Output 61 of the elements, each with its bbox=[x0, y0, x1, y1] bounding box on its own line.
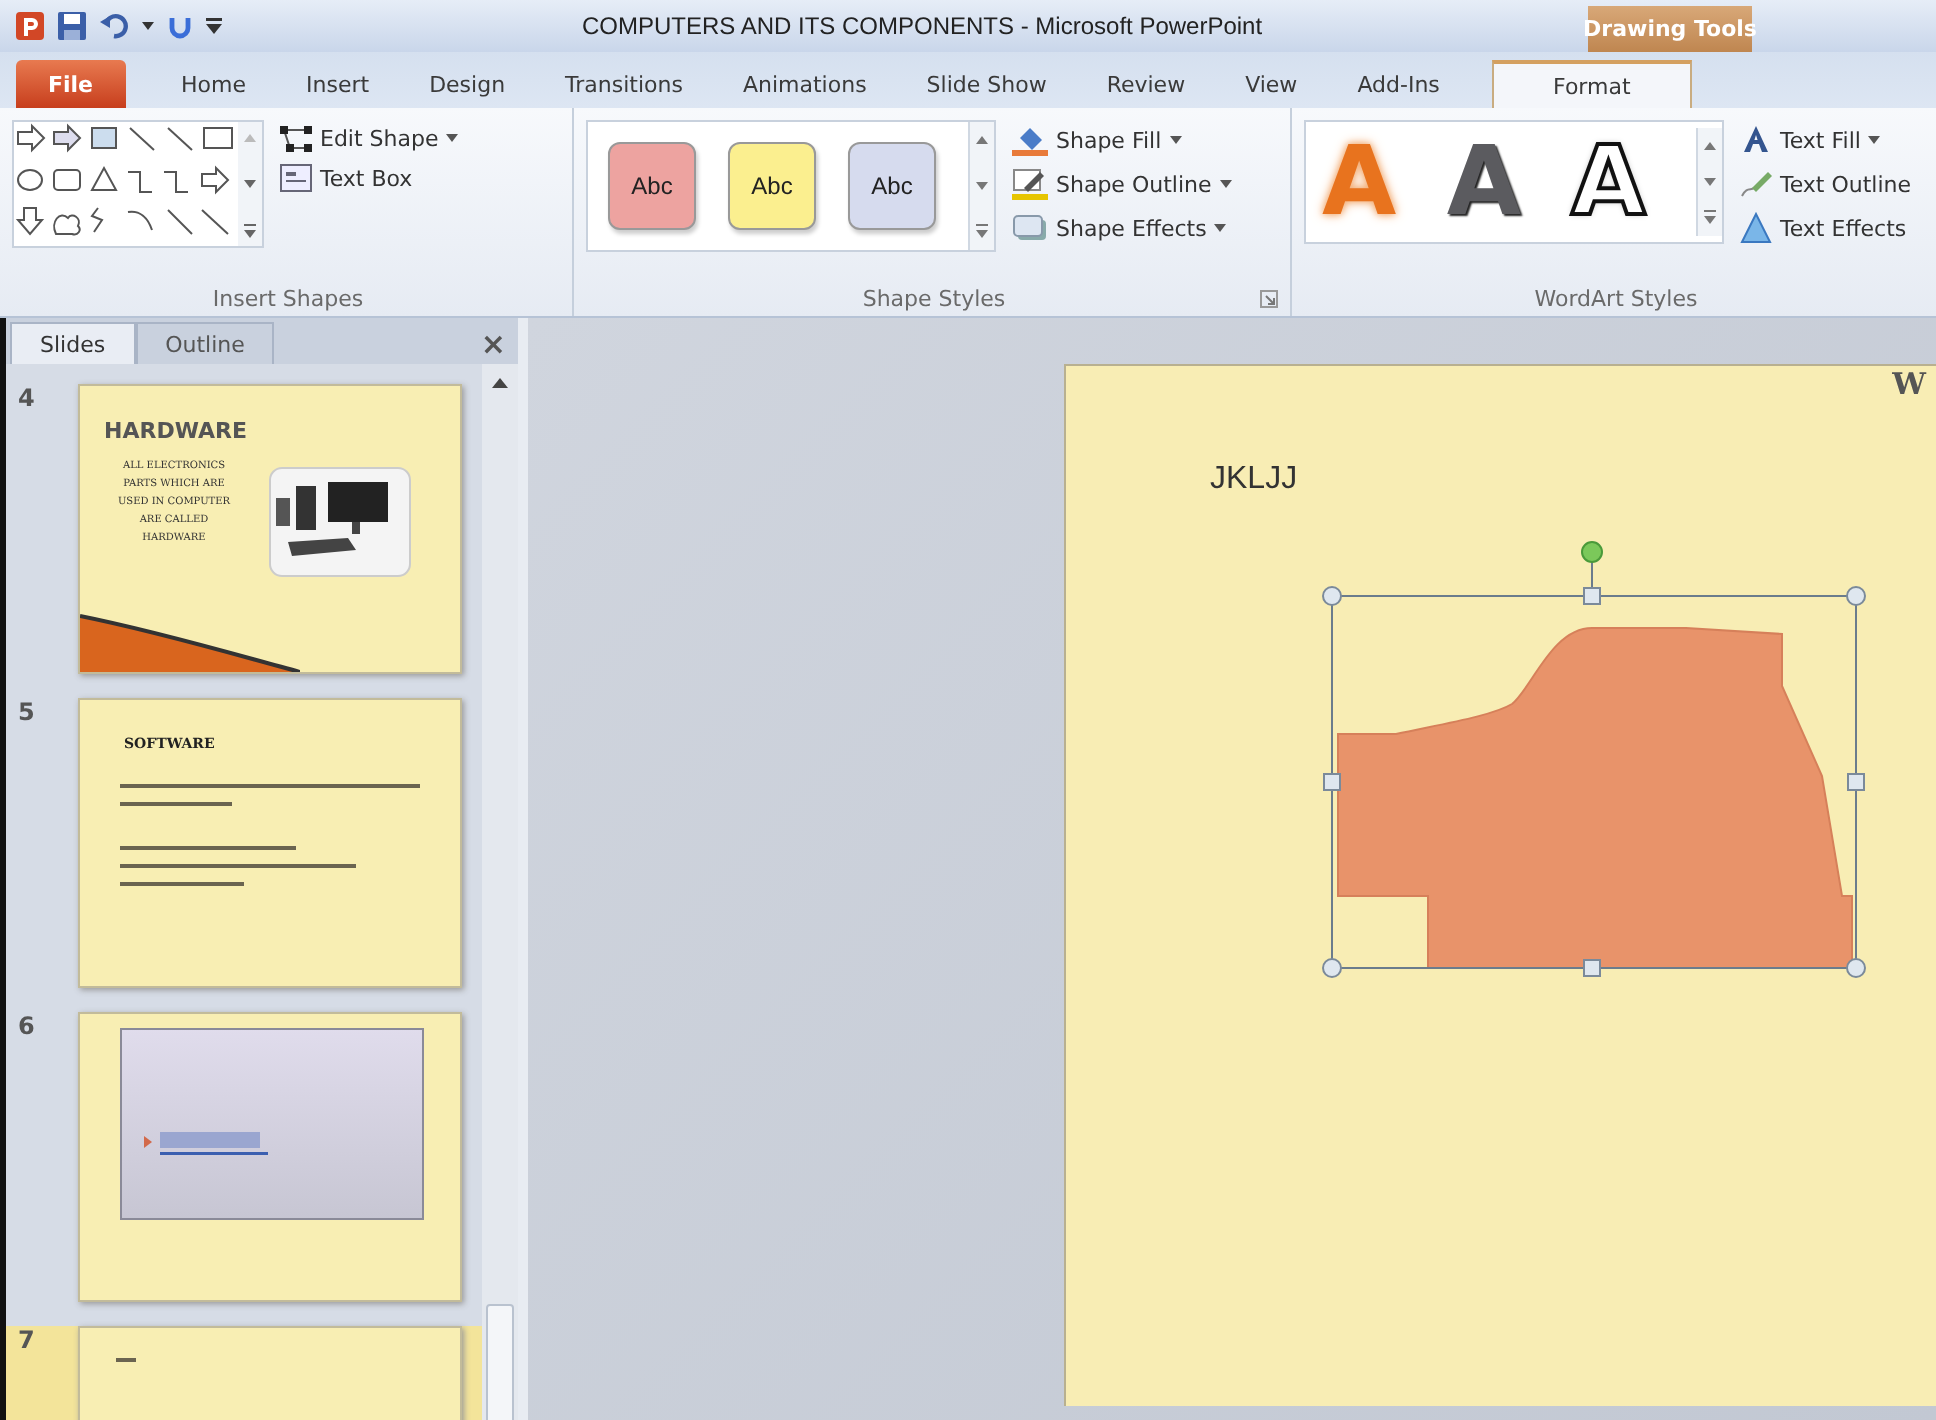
ribbon-command[interactable]: Shape Fill bbox=[1012, 124, 1232, 156]
ribbon-command[interactable]: Edit Shape bbox=[280, 124, 459, 152]
wordart-style-preset[interactable]: A bbox=[1571, 134, 1646, 230]
ribbon-command[interactable]: Text Box bbox=[280, 164, 459, 192]
ribbon-tab[interactable]: File bbox=[16, 60, 126, 108]
ribbon-command[interactable]: Shape Effects bbox=[1012, 212, 1232, 244]
ribbon-tab[interactable]: Transitions bbox=[541, 60, 707, 108]
ribbon-command[interactable]: Text Effects bbox=[1740, 212, 1912, 244]
ribbon-command[interactable]: Shape Outline bbox=[1012, 168, 1232, 200]
slide-number: 4 bbox=[16, 384, 37, 416]
shape-style-preset[interactable]: Abc bbox=[728, 142, 816, 230]
slide-thumbnail-row[interactable]: 6 bbox=[6, 1012, 482, 1302]
paint-bucket-icon bbox=[1012, 124, 1048, 156]
pane-tab[interactable]: Slides bbox=[10, 322, 136, 364]
slide-thumbnail[interactable] bbox=[78, 1326, 462, 1420]
ribbon-tab[interactable]: Design bbox=[405, 60, 530, 108]
app-icon bbox=[16, 12, 44, 40]
close-button[interactable]: × bbox=[468, 322, 518, 364]
shape-style-preset[interactable]: Abc bbox=[608, 142, 696, 230]
slide-number: 5 bbox=[16, 698, 37, 730]
ribbon-tab[interactable]: Slide Show bbox=[902, 60, 1071, 108]
text-fill-icon bbox=[1740, 124, 1772, 156]
scrollbar[interactable] bbox=[482, 364, 518, 1420]
text-line-drawing bbox=[116, 1356, 136, 1364]
customize-icon[interactable] bbox=[206, 18, 222, 34]
thumbnail-title: HARDWARE bbox=[104, 418, 247, 444]
slide-text: W bbox=[1892, 366, 1926, 402]
window-title: COMPUTERS AND ITS COMPONENTS - Microsoft PowerPoint bbox=[582, 12, 1263, 40]
ribbon-tab[interactable]: View bbox=[1221, 60, 1322, 108]
wordart-style-preset[interactable]: A bbox=[1446, 134, 1521, 230]
text-effects-icon bbox=[1740, 212, 1772, 244]
save-icon[interactable] bbox=[58, 12, 86, 40]
pane-tab[interactable]: Outline bbox=[135, 322, 275, 364]
ribbon-command[interactable]: Text Fill bbox=[1740, 124, 1912, 156]
slide-canvas[interactable]: JKLJJ W bbox=[1064, 364, 1936, 1406]
redo-icon[interactable] bbox=[168, 12, 192, 40]
computer-drawing bbox=[268, 466, 412, 578]
ribbon-tab[interactable]: Review bbox=[1082, 60, 1210, 108]
edit-points-icon bbox=[280, 124, 312, 152]
ribbon-tab[interactable]: Format bbox=[1491, 60, 1692, 108]
group-label: WordArt Styles bbox=[1534, 286, 1698, 312]
ribbon-tab[interactable]: Insert bbox=[282, 60, 394, 108]
text-box-icon bbox=[280, 164, 312, 192]
dialog-launcher-icon[interactable] bbox=[1260, 290, 1278, 308]
undo-icon[interactable] bbox=[100, 12, 128, 40]
pencil-icon bbox=[1740, 168, 1772, 200]
ribbon-tab[interactable]: Add-Ins bbox=[1333, 60, 1464, 108]
slide-thumbnail[interactable] bbox=[78, 1012, 462, 1302]
ribbon-command[interactable]: Text Outline bbox=[1740, 168, 1912, 200]
ribbon-tab[interactable]: Animations bbox=[718, 60, 891, 108]
ribbon-tab[interactable]: Home bbox=[157, 60, 270, 108]
group-label: Insert Shapes bbox=[212, 286, 364, 312]
slide-number: 7 bbox=[16, 1326, 37, 1358]
pencil-icon bbox=[1012, 168, 1048, 200]
slide-text[interactable]: JKLJJ bbox=[1210, 462, 1298, 498]
slide-thumbnail-row[interactable]: 7 bbox=[6, 1326, 482, 1420]
shape-effects-icon bbox=[1012, 212, 1048, 244]
group-label: Shape Styles bbox=[862, 286, 1006, 312]
caret-icon[interactable] bbox=[142, 22, 154, 30]
shape-style-preset[interactable]: Abc bbox=[848, 142, 936, 230]
slide-number: 6 bbox=[16, 1012, 37, 1044]
